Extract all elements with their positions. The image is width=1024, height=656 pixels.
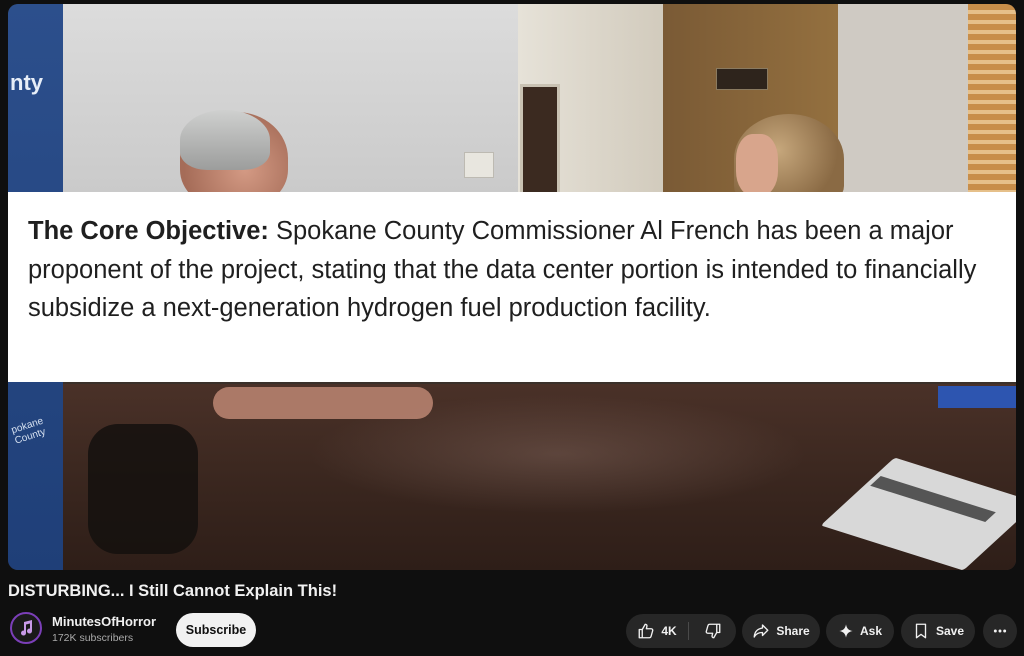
scene-door bbox=[520, 84, 560, 199]
scene-banner-text: nty bbox=[10, 70, 43, 95]
scene-switch-plate bbox=[464, 152, 494, 178]
scene-chair bbox=[88, 424, 198, 554]
scene-hands bbox=[213, 387, 433, 419]
ask-label: Ask bbox=[859, 624, 882, 638]
channel-row: MinutesOfHorror 172K subscribers Subscri… bbox=[8, 612, 1017, 648]
scene-wall-right bbox=[838, 4, 968, 204]
scene-person-left-hair bbox=[180, 110, 270, 170]
scene-person-right bbox=[736, 134, 778, 196]
more-actions-button[interactable] bbox=[983, 614, 1017, 648]
like-dislike-group: 4K bbox=[626, 614, 736, 648]
share-label: Share bbox=[776, 624, 810, 638]
like-count: 4K bbox=[661, 624, 677, 638]
scene-sign bbox=[716, 68, 768, 90]
caption-heading: The Core Objective: bbox=[28, 217, 269, 245]
save-label: Save bbox=[935, 624, 965, 638]
channel-avatar[interactable] bbox=[10, 612, 42, 644]
video-caption-overlay: The Core Objective: Spokane County Commi… bbox=[8, 192, 1016, 382]
music-note-icon bbox=[21, 620, 33, 636]
save-button[interactable]: Save bbox=[901, 614, 975, 648]
share-arrow-icon bbox=[753, 624, 769, 638]
ask-button[interactable]: Ask bbox=[826, 614, 894, 648]
bookmark-icon bbox=[915, 623, 927, 639]
like-button[interactable]: 4K bbox=[626, 614, 688, 648]
thumbs-down-icon bbox=[705, 623, 720, 639]
share-button[interactable]: Share bbox=[742, 614, 820, 648]
subscribe-button[interactable]: Subscribe bbox=[176, 613, 256, 647]
thumbs-up-icon bbox=[638, 623, 654, 639]
scene-window bbox=[968, 4, 1016, 204]
video-title: DISTURBING... I Still Cannot Explain Thi… bbox=[8, 582, 338, 600]
dislike-button[interactable] bbox=[689, 614, 736, 648]
caption-paragraph: The Core Objective: Spokane County Commi… bbox=[28, 212, 996, 328]
scene-blue-strip bbox=[938, 386, 1016, 408]
sparkle-icon bbox=[839, 624, 853, 638]
channel-name[interactable]: MinutesOfHorror bbox=[52, 614, 156, 629]
subscriber-count: 172K subscribers bbox=[52, 632, 134, 644]
more-horizontal-icon bbox=[993, 629, 1007, 633]
